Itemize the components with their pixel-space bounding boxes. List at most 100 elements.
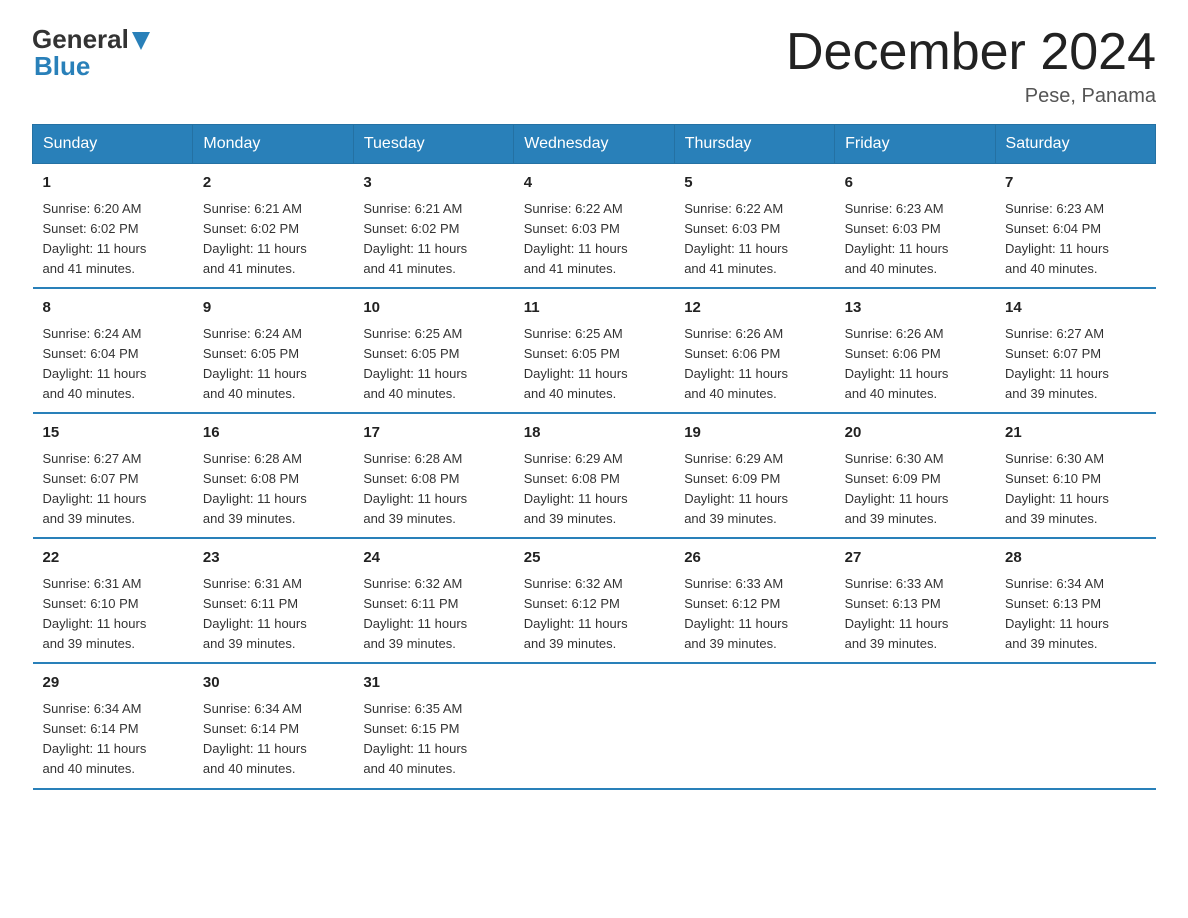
day-number: 17 [363,422,503,445]
calendar-cell [514,663,674,788]
day-info: Sunrise: 6:24 AM Sunset: 6:04 PM Dayligh… [43,324,183,405]
day-number: 28 [1005,547,1145,570]
header-thursday: Thursday [674,125,834,164]
day-number: 22 [43,547,183,570]
day-number: 10 [363,297,503,320]
day-info: Sunrise: 6:25 AM Sunset: 6:05 PM Dayligh… [524,324,664,405]
calendar-cell: 13 Sunrise: 6:26 AM Sunset: 6:06 PM Dayl… [835,288,995,413]
calendar-cell [835,663,995,788]
calendar-cell: 7 Sunrise: 6:23 AM Sunset: 6:04 PM Dayli… [995,164,1155,289]
day-number: 26 [684,547,824,570]
calendar-week-row: 29 Sunrise: 6:34 AM Sunset: 6:14 PM Dayl… [33,663,1156,788]
calendar-cell: 26 Sunrise: 6:33 AM Sunset: 6:12 PM Dayl… [674,538,834,663]
day-number: 30 [203,672,343,695]
calendar-cell: 8 Sunrise: 6:24 AM Sunset: 6:04 PM Dayli… [33,288,193,413]
calendar-cell: 15 Sunrise: 6:27 AM Sunset: 6:07 PM Dayl… [33,413,193,538]
day-info: Sunrise: 6:33 AM Sunset: 6:13 PM Dayligh… [845,574,985,655]
day-info: Sunrise: 6:27 AM Sunset: 6:07 PM Dayligh… [1005,324,1145,405]
calendar-cell: 5 Sunrise: 6:22 AM Sunset: 6:03 PM Dayli… [674,164,834,289]
day-info: Sunrise: 6:23 AM Sunset: 6:03 PM Dayligh… [845,199,985,280]
day-info: Sunrise: 6:33 AM Sunset: 6:12 PM Dayligh… [684,574,824,655]
day-number: 31 [363,672,503,695]
day-info: Sunrise: 6:24 AM Sunset: 6:05 PM Dayligh… [203,324,343,405]
day-number: 9 [203,297,343,320]
calendar-cell: 17 Sunrise: 6:28 AM Sunset: 6:08 PM Dayl… [353,413,513,538]
calendar-week-row: 22 Sunrise: 6:31 AM Sunset: 6:10 PM Dayl… [33,538,1156,663]
day-number: 12 [684,297,824,320]
calendar-table: SundayMondayTuesdayWednesdayThursdayFrid… [32,124,1156,789]
calendar-cell: 18 Sunrise: 6:29 AM Sunset: 6:08 PM Dayl… [514,413,674,538]
day-info: Sunrise: 6:28 AM Sunset: 6:08 PM Dayligh… [363,449,503,530]
day-info: Sunrise: 6:32 AM Sunset: 6:11 PM Dayligh… [363,574,503,655]
calendar-cell: 1 Sunrise: 6:20 AM Sunset: 6:02 PM Dayli… [33,164,193,289]
calendar-cell: 30 Sunrise: 6:34 AM Sunset: 6:14 PM Dayl… [193,663,353,788]
day-info: Sunrise: 6:26 AM Sunset: 6:06 PM Dayligh… [845,324,985,405]
calendar-cell: 14 Sunrise: 6:27 AM Sunset: 6:07 PM Dayl… [995,288,1155,413]
logo-blue-text: Blue [34,51,90,82]
day-info: Sunrise: 6:34 AM Sunset: 6:14 PM Dayligh… [43,699,183,780]
calendar-cell: 2 Sunrise: 6:21 AM Sunset: 6:02 PM Dayli… [193,164,353,289]
day-number: 4 [524,172,664,195]
day-number: 29 [43,672,183,695]
day-info: Sunrise: 6:30 AM Sunset: 6:10 PM Dayligh… [1005,449,1145,530]
calendar-header-row: SundayMondayTuesdayWednesdayThursdayFrid… [33,125,1156,164]
day-number: 18 [524,422,664,445]
calendar-cell: 9 Sunrise: 6:24 AM Sunset: 6:05 PM Dayli… [193,288,353,413]
day-number: 20 [845,422,985,445]
calendar-cell: 16 Sunrise: 6:28 AM Sunset: 6:08 PM Dayl… [193,413,353,538]
calendar-cell: 19 Sunrise: 6:29 AM Sunset: 6:09 PM Dayl… [674,413,834,538]
day-number: 25 [524,547,664,570]
day-number: 19 [684,422,824,445]
day-number: 14 [1005,297,1145,320]
day-info: Sunrise: 6:21 AM Sunset: 6:02 PM Dayligh… [363,199,503,280]
logo: General Blue [32,24,150,82]
day-info: Sunrise: 6:23 AM Sunset: 6:04 PM Dayligh… [1005,199,1145,280]
calendar-cell: 12 Sunrise: 6:26 AM Sunset: 6:06 PM Dayl… [674,288,834,413]
day-info: Sunrise: 6:29 AM Sunset: 6:09 PM Dayligh… [684,449,824,530]
day-number: 8 [43,297,183,320]
header-wednesday: Wednesday [514,125,674,164]
day-info: Sunrise: 6:29 AM Sunset: 6:08 PM Dayligh… [524,449,664,530]
header-tuesday: Tuesday [353,125,513,164]
header-monday: Monday [193,125,353,164]
logo-triangle-icon [132,32,150,50]
day-info: Sunrise: 6:31 AM Sunset: 6:10 PM Dayligh… [43,574,183,655]
calendar-cell: 11 Sunrise: 6:25 AM Sunset: 6:05 PM Dayl… [514,288,674,413]
day-info: Sunrise: 6:26 AM Sunset: 6:06 PM Dayligh… [684,324,824,405]
day-info: Sunrise: 6:27 AM Sunset: 6:07 PM Dayligh… [43,449,183,530]
day-number: 13 [845,297,985,320]
day-info: Sunrise: 6:28 AM Sunset: 6:08 PM Dayligh… [203,449,343,530]
calendar-cell: 25 Sunrise: 6:32 AM Sunset: 6:12 PM Dayl… [514,538,674,663]
day-number: 16 [203,422,343,445]
day-number: 11 [524,297,664,320]
day-number: 27 [845,547,985,570]
month-title: December 2024 [786,24,1156,81]
calendar-cell: 31 Sunrise: 6:35 AM Sunset: 6:15 PM Dayl… [353,663,513,788]
page-header: General Blue December 2024 Pese, Panama [32,24,1156,108]
day-info: Sunrise: 6:32 AM Sunset: 6:12 PM Dayligh… [524,574,664,655]
day-number: 2 [203,172,343,195]
calendar-cell: 21 Sunrise: 6:30 AM Sunset: 6:10 PM Dayl… [995,413,1155,538]
day-info: Sunrise: 6:34 AM Sunset: 6:13 PM Dayligh… [1005,574,1145,655]
calendar-week-row: 15 Sunrise: 6:27 AM Sunset: 6:07 PM Dayl… [33,413,1156,538]
day-info: Sunrise: 6:22 AM Sunset: 6:03 PM Dayligh… [684,199,824,280]
day-info: Sunrise: 6:35 AM Sunset: 6:15 PM Dayligh… [363,699,503,780]
calendar-cell: 23 Sunrise: 6:31 AM Sunset: 6:11 PM Dayl… [193,538,353,663]
day-info: Sunrise: 6:21 AM Sunset: 6:02 PM Dayligh… [203,199,343,280]
calendar-week-row: 1 Sunrise: 6:20 AM Sunset: 6:02 PM Dayli… [33,164,1156,289]
calendar-cell: 3 Sunrise: 6:21 AM Sunset: 6:02 PM Dayli… [353,164,513,289]
day-info: Sunrise: 6:22 AM Sunset: 6:03 PM Dayligh… [524,199,664,280]
day-number: 6 [845,172,985,195]
calendar-cell: 28 Sunrise: 6:34 AM Sunset: 6:13 PM Dayl… [995,538,1155,663]
day-info: Sunrise: 6:20 AM Sunset: 6:02 PM Dayligh… [43,199,183,280]
day-number: 3 [363,172,503,195]
day-info: Sunrise: 6:34 AM Sunset: 6:14 PM Dayligh… [203,699,343,780]
calendar-cell: 22 Sunrise: 6:31 AM Sunset: 6:10 PM Dayl… [33,538,193,663]
calendar-cell: 27 Sunrise: 6:33 AM Sunset: 6:13 PM Dayl… [835,538,995,663]
calendar-cell: 29 Sunrise: 6:34 AM Sunset: 6:14 PM Dayl… [33,663,193,788]
day-number: 15 [43,422,183,445]
day-number: 21 [1005,422,1145,445]
calendar-cell: 6 Sunrise: 6:23 AM Sunset: 6:03 PM Dayli… [835,164,995,289]
calendar-cell [995,663,1155,788]
day-number: 1 [43,172,183,195]
